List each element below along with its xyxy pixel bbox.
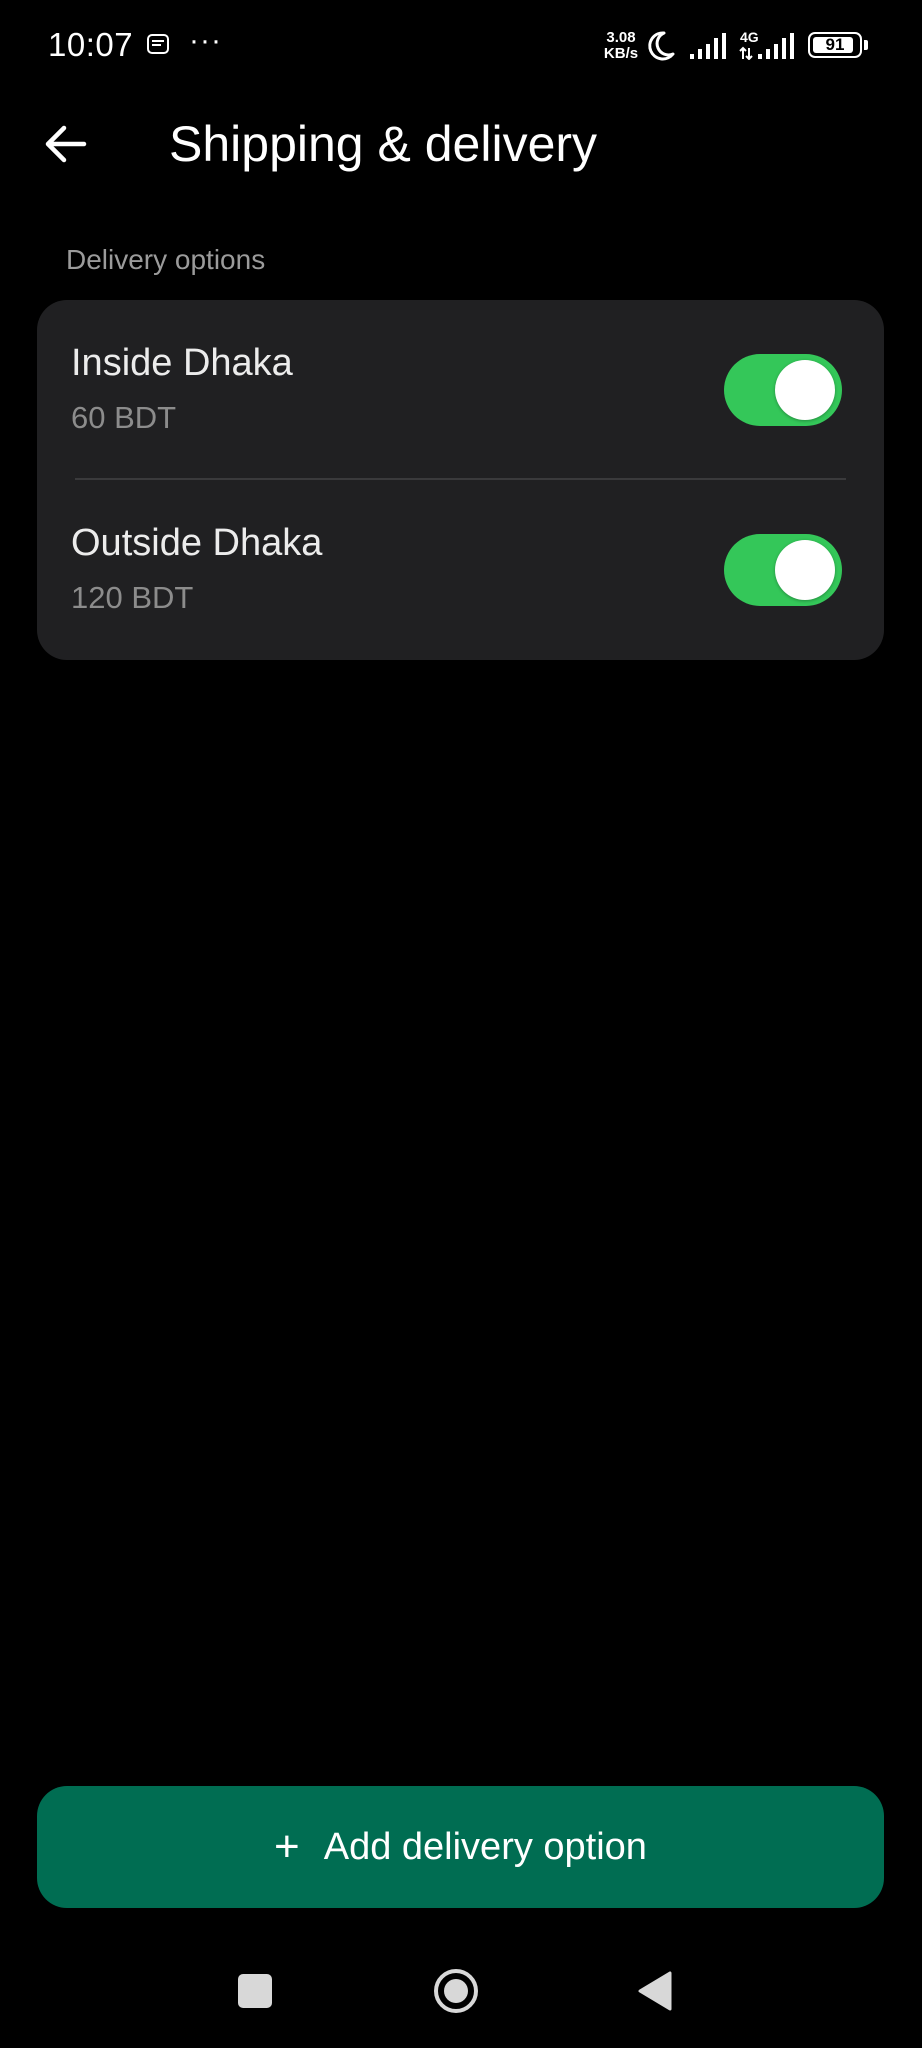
signal-strength-icon xyxy=(690,33,726,59)
delivery-option-name: Inside Dhaka xyxy=(71,342,293,384)
battery-indicator: 91 xyxy=(808,32,868,58)
delivery-option-inside-dhaka[interactable]: Inside Dhaka 60 BDT xyxy=(37,300,884,480)
back-triangle-icon[interactable] xyxy=(636,1970,674,2012)
network-speed: 3.08 KB/s xyxy=(600,30,642,62)
overflow-notifications-icon: ··· xyxy=(189,24,222,57)
add-delivery-option-button[interactable]: + Add delivery option xyxy=(37,1786,884,1908)
status-bar: 10:07 ··· 3.08 KB/s 4G 91 xyxy=(0,0,922,92)
home-circle-icon[interactable] xyxy=(432,1967,480,2015)
delivery-option-outside-dhaka[interactable]: Outside Dhaka 120 BDT xyxy=(37,480,884,660)
add-delivery-option-label: Add delivery option xyxy=(323,1825,647,1868)
arrow-left-icon xyxy=(45,125,87,163)
battery-level: 91 xyxy=(825,35,845,54)
toggle-knob xyxy=(775,360,835,420)
toggle-knob xyxy=(775,540,835,600)
outside-dhaka-toggle[interactable] xyxy=(724,534,842,606)
delivery-option-price: 120 BDT xyxy=(71,580,194,615)
plus-icon: + xyxy=(274,1822,300,1871)
moon-icon xyxy=(648,31,675,61)
delivery-option-name: Outside Dhaka xyxy=(71,522,323,564)
network-speed-value: 3.08 xyxy=(606,29,636,46)
message-notification-icon xyxy=(147,34,169,54)
inside-dhaka-toggle[interactable] xyxy=(724,354,842,426)
page-title: Shipping & delivery xyxy=(169,116,598,172)
status-time: 10:07 xyxy=(48,26,134,63)
back-button[interactable] xyxy=(30,112,102,176)
section-label-delivery-options: Delivery options xyxy=(66,244,266,275)
battery-cap xyxy=(864,40,868,50)
network-speed-unit: KB/s xyxy=(603,45,639,62)
recents-square-icon[interactable] xyxy=(238,1974,272,2008)
signal-strength-4g-icon xyxy=(739,33,794,60)
delivery-options-card: Inside Dhaka 60 BDT Outside Dhaka 120 BD… xyxy=(37,300,884,660)
delivery-option-price: 60 BDT xyxy=(71,400,177,435)
